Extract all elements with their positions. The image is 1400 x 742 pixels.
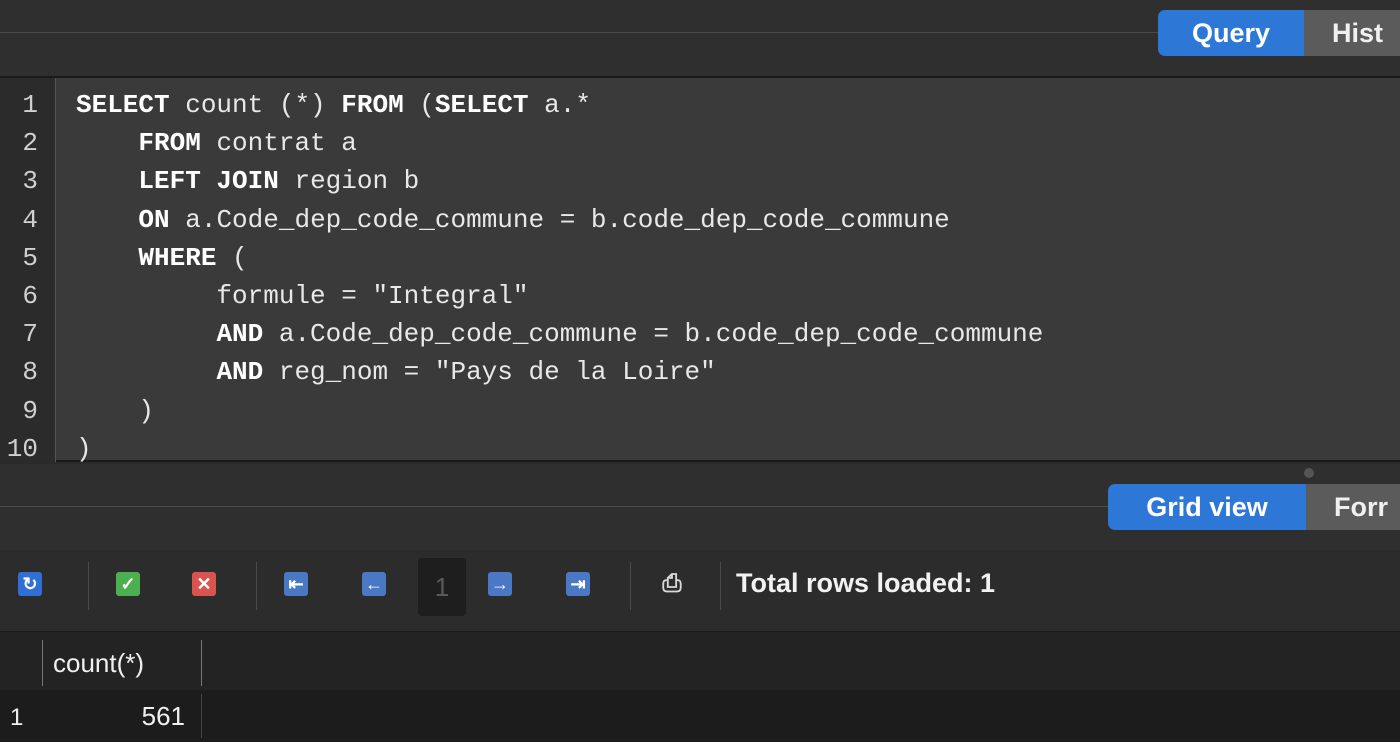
table-cell[interactable]: 561: [42, 694, 202, 738]
line-number: 8: [22, 357, 38, 388]
tab-history[interactable]: Hist: [1304, 10, 1400, 56]
code-text: FROM contrat a: [76, 124, 357, 162]
toolbar-separator: [720, 562, 721, 610]
code-text: WHERE (: [76, 239, 248, 277]
line-number: 7: [22, 319, 38, 350]
tab-grid-view[interactable]: Grid view: [1108, 484, 1306, 530]
line-number: 5: [22, 242, 38, 273]
tab-query[interactable]: Query: [1158, 10, 1304, 56]
line-number: 2: [22, 128, 38, 159]
toolbar-separator: [256, 562, 257, 610]
sql-text: ): [76, 395, 155, 426]
sql-keyword: ON: [138, 204, 170, 235]
line-number: 6: [22, 281, 38, 311]
column-header-count[interactable]: count(*): [42, 640, 202, 686]
code-text: ON a.Code_dep_code_commune = b.code_dep_…: [76, 201, 950, 239]
first-page-icon[interactable]: ⇤: [284, 572, 308, 596]
next-page-icon[interactable]: →: [488, 572, 512, 596]
code-text: AND a.Code_dep_code_commune = b.code_dep…: [76, 315, 1043, 353]
sql-text: region b: [278, 166, 420, 197]
sql-text: a.Code_dep_code_commune = b.code_dep_cod…: [169, 204, 950, 235]
sql-text: ): [76, 433, 92, 464]
code-line[interactable]: 10): [0, 430, 1400, 468]
sql-keyword: FROM: [341, 90, 404, 120]
sql-text: (: [403, 90, 435, 120]
total-rows-status: Total rows loaded: 1: [736, 568, 996, 598]
line-number: 1: [22, 90, 38, 120]
code-text: formule = "Integral": [76, 277, 528, 315]
toolbar-separator: [88, 562, 89, 610]
code-line[interactable]: 8 AND reg_nom = "Pays de la Loire": [0, 353, 1400, 391]
last-page-icon[interactable]: ⇥: [566, 572, 590, 596]
sql-keyword: SELECT: [76, 90, 170, 120]
code-line[interactable]: 7 AND a.Code_dep_code_commune = b.code_d…: [0, 315, 1400, 353]
code-text: ): [76, 430, 92, 468]
code-text: ): [76, 392, 154, 430]
code-line[interactable]: 6 formule = "Integral": [0, 277, 1400, 315]
code-line[interactable]: 3 LEFT JOIN region b: [0, 162, 1400, 200]
previous-page-icon[interactable]: ←: [362, 572, 386, 596]
sql-text: contrat a: [200, 128, 357, 159]
line-number: 4: [22, 204, 38, 235]
refresh-icon[interactable]: ↻: [18, 572, 42, 596]
sql-text: reg_nom = "Pays de la Loire": [263, 357, 716, 388]
sql-keyword: WHERE: [138, 242, 217, 273]
code-line[interactable]: 9 ): [0, 392, 1400, 430]
line-number: 10: [6, 433, 38, 464]
sql-text: count (*): [169, 90, 342, 120]
apply-changes-icon[interactable]: ✓: [116, 572, 140, 596]
table-row[interactable]: [0, 690, 1400, 742]
sql-text: a.Code_dep_code_commune = b.code_dep_cod…: [263, 319, 1044, 350]
print-icon[interactable]: ⎙: [660, 570, 684, 597]
sql-keyword: SELECT: [434, 90, 529, 120]
code-text: SELECT count (*) FROM (SELECT a.*: [76, 86, 591, 124]
line-number: 3: [22, 166, 38, 197]
page-number-field[interactable]: 1: [418, 558, 466, 616]
sql-editor[interactable]: 1 SELECT count (*) FROM (SELECT a.* 2 FROM…: [0, 76, 1400, 464]
grid-header-row: [0, 632, 1400, 690]
discard-changes-icon[interactable]: ✕: [192, 572, 216, 596]
sql-keyword: FROM: [138, 128, 201, 159]
toolbar-separator: [630, 562, 631, 610]
tab-form-view[interactable]: Forr: [1306, 484, 1400, 530]
sql-text: a.*: [528, 90, 591, 120]
code-text: LEFT JOIN region b: [76, 162, 419, 200]
sql-keyword: AND: [216, 319, 264, 350]
tab-bar-divider: [0, 32, 1158, 33]
code-line[interactable]: 2 FROM contrat a: [0, 124, 1400, 162]
row-number: 1: [10, 704, 24, 731]
code-line[interactable]: 4 ON a.Code_dep_code_commune = b.code_de…: [0, 201, 1400, 239]
sql-text: (: [216, 242, 248, 273]
code-line[interactable]: 1 SELECT count (*) FROM (SELECT a.*: [0, 86, 1400, 124]
splitter-handle[interactable]: [1304, 468, 1314, 478]
sql-keyword: LEFT JOIN: [138, 166, 279, 197]
code-line[interactable]: 5 WHERE (: [0, 239, 1400, 277]
sql-text: formule = "Integral": [76, 281, 529, 311]
line-number: 9: [22, 395, 38, 426]
code-text: AND reg_nom = "Pays de la Loire": [76, 353, 716, 391]
results-bar-divider: [0, 506, 1108, 507]
sql-keyword: AND: [216, 357, 264, 388]
